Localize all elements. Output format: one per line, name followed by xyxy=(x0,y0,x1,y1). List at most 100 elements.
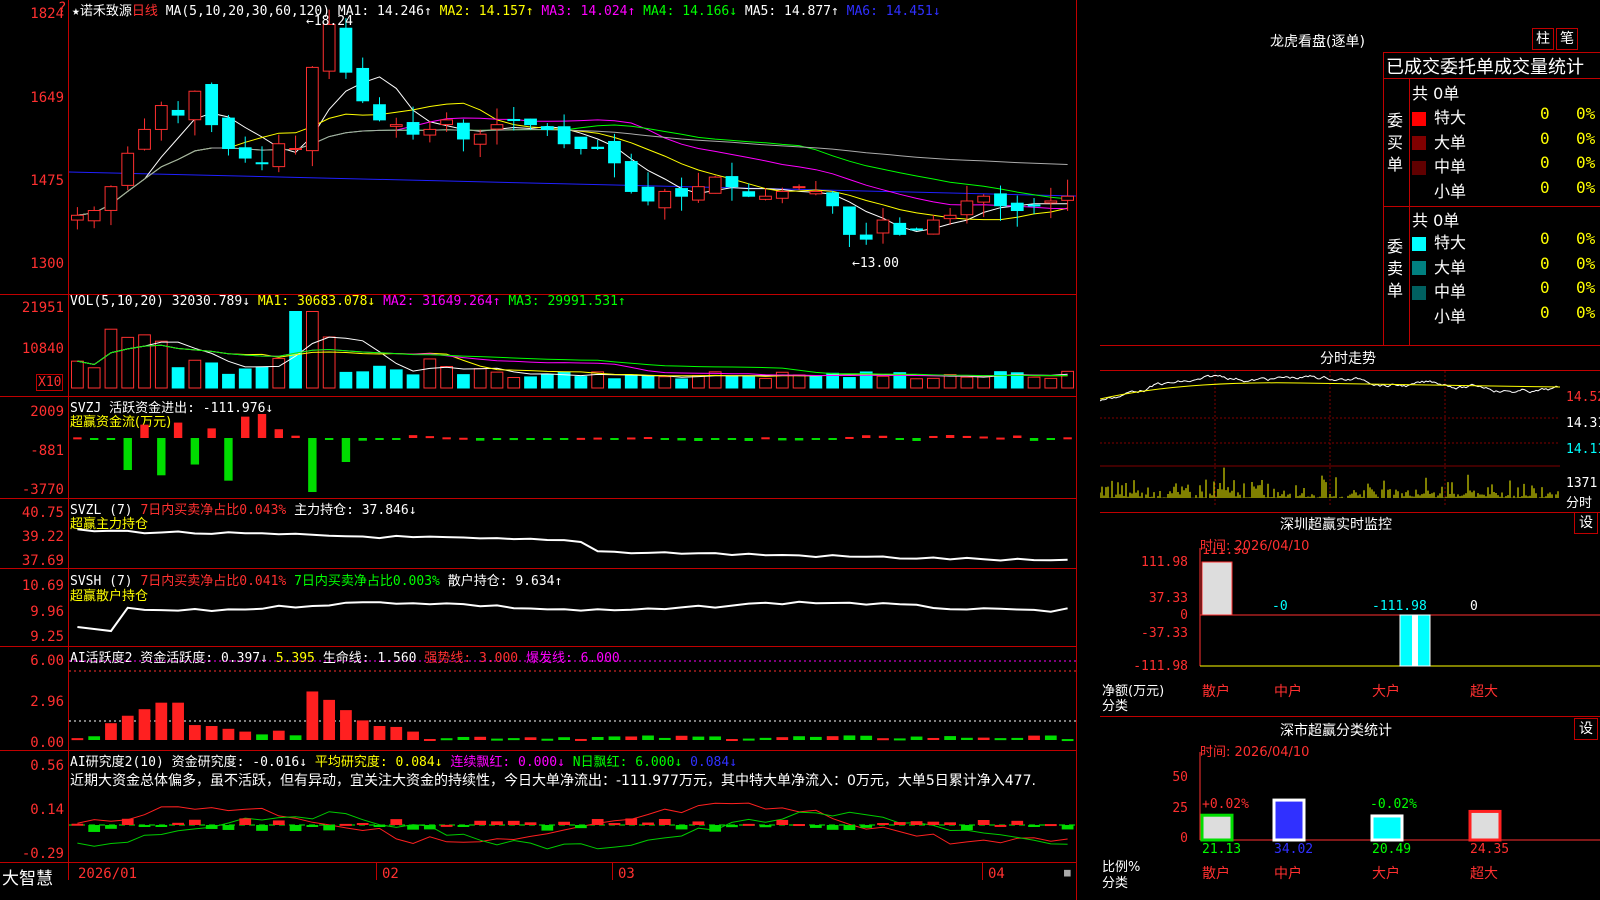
candle-body xyxy=(238,147,252,159)
research-bar xyxy=(726,825,738,828)
volume-bar xyxy=(222,373,235,389)
fund-flow-bar xyxy=(996,437,1005,440)
classify-tick: 50 xyxy=(1172,770,1188,785)
candle-body xyxy=(692,186,705,201)
volume-bar xyxy=(507,377,521,389)
lock-icon[interactable]: ■ xyxy=(1064,866,1071,879)
ai-active-chart[interactable] xyxy=(69,647,1076,750)
activity-bar xyxy=(88,736,101,740)
volume-bar xyxy=(473,368,487,389)
candle-body xyxy=(490,124,504,130)
activity-bar xyxy=(742,738,755,741)
svzj-chart[interactable] xyxy=(69,397,1076,498)
buy-row: 大单 xyxy=(1412,129,1466,153)
volume-bar xyxy=(675,378,688,389)
activity-bar xyxy=(256,734,268,740)
volume-bar xyxy=(524,376,537,389)
classify-title: 深市超赢分类统计 xyxy=(1280,723,1392,739)
price-tick: 1300 xyxy=(30,256,64,272)
color-swatch xyxy=(1412,185,1426,199)
volume-chart[interactable] xyxy=(69,295,1076,396)
monitor-chart[interactable]: 111.98 37.33 0 -37.33 -111.98 111.98 -0 -111.98… xyxy=(1100,548,1600,708)
activity-bar xyxy=(138,709,151,740)
classify-category: 大户 xyxy=(1372,865,1400,882)
svzl-tick: 37.69 xyxy=(21,553,64,569)
research-bar xyxy=(474,820,487,825)
volume-bar xyxy=(926,377,940,389)
fund-flow-bar xyxy=(73,437,82,440)
activity-bar xyxy=(1028,735,1040,740)
intraday-chart[interactable] xyxy=(1100,371,1565,509)
research-bar xyxy=(256,825,268,831)
fund-flow-bar xyxy=(610,438,619,440)
classify-category: 散户 xyxy=(1202,865,1230,882)
fund-flow-bar xyxy=(895,438,904,440)
svzj-tick: -3770 xyxy=(21,482,64,498)
bar-view-button[interactable]: 柱 xyxy=(1532,28,1554,50)
color-swatch xyxy=(1412,285,1426,300)
classify-settings-button[interactable]: 设 xyxy=(1574,718,1598,740)
buy-row-count: 0 xyxy=(1540,104,1550,123)
candle-body xyxy=(557,126,571,145)
research-bar xyxy=(877,823,889,826)
classify-value: 24.35 xyxy=(1470,842,1509,857)
svsh-chart[interactable] xyxy=(69,569,1076,646)
volume-bar xyxy=(457,374,470,389)
buy-row-count: 0 xyxy=(1540,153,1550,172)
volume-bar xyxy=(440,366,453,389)
main-right-border xyxy=(1076,0,1077,900)
candle-body xyxy=(893,222,907,235)
ai-research-tick: 0.56 xyxy=(30,758,64,774)
candle-body xyxy=(222,117,235,149)
activity-bar xyxy=(222,728,235,740)
volume-bar xyxy=(373,365,386,389)
candle-body xyxy=(121,152,135,186)
color-swatch xyxy=(1412,111,1426,126)
research-bar xyxy=(893,822,906,825)
ma6-line xyxy=(69,171,1076,197)
rp-divider xyxy=(1100,512,1600,513)
intraday-unit: 分时 xyxy=(1566,496,1593,511)
candle-body xyxy=(624,161,638,192)
research-bar xyxy=(742,823,755,826)
sell-row-name: 大单 xyxy=(1434,257,1467,277)
activity-bar xyxy=(809,736,822,740)
price-chart[interactable] xyxy=(69,0,1076,294)
ai-research-chart[interactable] xyxy=(69,791,1076,862)
rp-divider xyxy=(1383,78,1600,79)
fund-flow-bar xyxy=(929,435,938,438)
candle-body xyxy=(792,186,806,189)
fund-flow-bar xyxy=(106,438,116,440)
volume-bar xyxy=(843,377,856,389)
activity-bar xyxy=(575,738,587,741)
trade-view-button[interactable]: 笔 xyxy=(1556,28,1578,50)
buy-row-name: 大单 xyxy=(1434,132,1467,152)
fund-flow-bar xyxy=(761,437,770,440)
xaxis-sep xyxy=(376,862,377,880)
volume-bar xyxy=(977,376,991,389)
research-bar xyxy=(105,825,117,829)
ai-active-tick: 6.00 xyxy=(30,653,64,669)
app-logo: 大智慧 xyxy=(2,869,53,889)
svzl-chart[interactable] xyxy=(69,499,1076,568)
rp-divider xyxy=(1100,716,1600,717)
classify-bar xyxy=(1272,798,1306,842)
classify-change-label: -0.02% xyxy=(1370,797,1417,812)
price-tick: 1649 xyxy=(30,90,64,106)
volume-bar xyxy=(1044,377,1058,389)
fund-flow-bar xyxy=(492,438,502,440)
activity-bar xyxy=(289,735,302,740)
volume-bar xyxy=(205,362,219,389)
activity-bar xyxy=(356,720,369,740)
monitor-settings-button[interactable]: 设 xyxy=(1574,512,1598,534)
volume-bar xyxy=(188,359,202,389)
classify-chart[interactable]: 75 50 25 0 21.13 散户 34.02 中户 20.49 大户 24.35 超大 +0.02… xyxy=(1100,752,1600,900)
volume-bar xyxy=(356,371,370,389)
activity-bar xyxy=(927,737,940,740)
research-bar xyxy=(541,825,554,831)
fund-flow-bar xyxy=(778,438,787,441)
research-bar xyxy=(658,818,671,825)
activity-bar xyxy=(910,736,923,740)
activity-bar xyxy=(507,738,520,741)
ai-research-tick: -0.29 xyxy=(21,846,64,862)
